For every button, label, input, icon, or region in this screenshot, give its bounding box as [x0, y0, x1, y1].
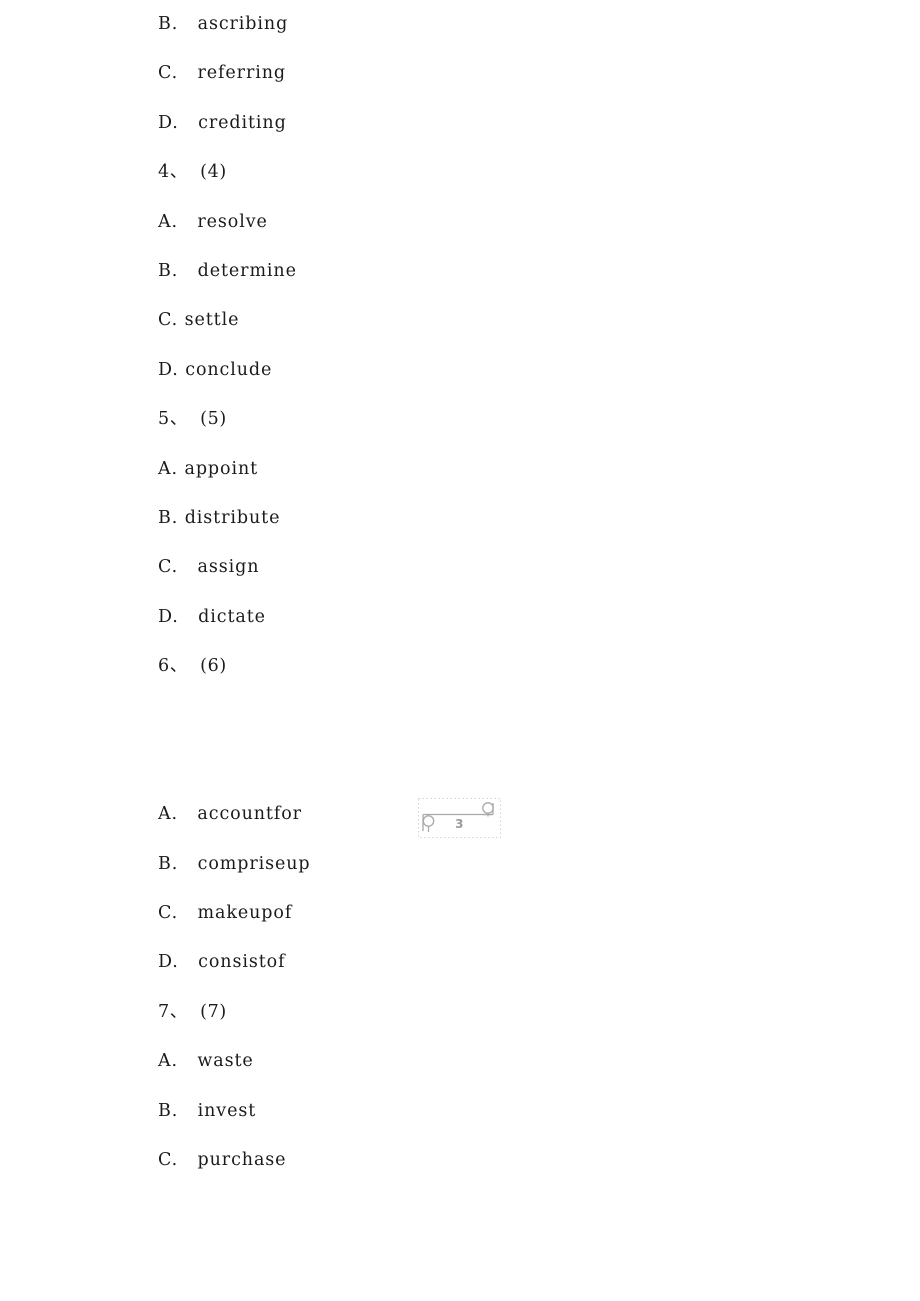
enumeration-mark: 、	[169, 656, 188, 677]
option-letter: D.	[158, 359, 179, 380]
option-letter: A.	[158, 804, 179, 825]
question-number: 6	[158, 656, 170, 677]
option-letter: D.	[158, 952, 179, 973]
option-letter: A.	[158, 211, 179, 232]
question-blank-label: (5)	[200, 409, 227, 430]
question-number: 4	[158, 162, 170, 183]
answer-option[interactable]: C. settle	[158, 296, 858, 345]
question-number: 7	[158, 1001, 170, 1022]
option-text: referring	[197, 63, 286, 84]
option-text: distribute	[184, 507, 281, 528]
option-text: resolve	[197, 211, 268, 232]
answer-option[interactable]: B. distribute	[158, 494, 858, 543]
question-number: 5	[158, 409, 170, 430]
answer-option[interactable]: B. invest	[158, 1087, 858, 1136]
question-blank-label: (7)	[200, 1001, 227, 1022]
option-text: crediting	[198, 112, 287, 133]
option-letter: C.	[158, 903, 179, 924]
answer-option[interactable]: D. conclude	[158, 346, 858, 395]
option-letter: B.	[158, 507, 179, 528]
option-letter: B.	[158, 1100, 179, 1121]
option-letter: B.	[158, 853, 179, 874]
option-letter: B.	[158, 260, 179, 281]
option-letter: C.	[158, 557, 179, 578]
option-text: assign	[197, 557, 260, 578]
answer-option[interactable]: D. dictate	[158, 593, 858, 642]
option-text: determine	[197, 260, 297, 281]
option-letter: B.	[158, 14, 179, 34]
answer-option[interactable]: B. determine	[158, 247, 858, 296]
enumeration-mark: 、	[169, 1001, 188, 1022]
answer-option[interactable]: A. waste	[158, 1037, 858, 1086]
answer-option[interactable]: A. resolve	[158, 198, 858, 247]
question-list: B. ascribing C. referring D. crediting 4、 (…	[158, 0, 858, 1185]
answer-option[interactable]: A. accountfor	[158, 790, 858, 839]
answer-option[interactable]: C. purchase	[158, 1136, 858, 1185]
option-text: settle	[184, 310, 240, 331]
enumeration-mark: 、	[169, 409, 188, 430]
question-heading: 5、 (5)	[158, 395, 858, 444]
question-heading: 6、 (6)	[158, 642, 858, 691]
option-text: conclude	[185, 359, 273, 380]
option-text: accountfor	[197, 804, 302, 825]
option-text: compriseup	[197, 853, 311, 874]
answer-option[interactable]: C. makeupof	[158, 889, 858, 938]
answer-option[interactable]: A. appoint	[158, 445, 858, 494]
document-page: B. ascribing C. referring D. crediting 4、 (…	[0, 0, 920, 1301]
option-letter: C.	[158, 63, 179, 84]
answer-option[interactable]: D. crediting	[158, 99, 858, 148]
answer-option[interactable]: C. assign	[158, 543, 858, 592]
answer-option[interactable]: B. ascribing	[158, 0, 858, 49]
answer-option[interactable]: C. referring	[158, 49, 858, 98]
enumeration-mark: 、	[169, 162, 188, 183]
option-text: consistof	[198, 952, 286, 973]
option-text: ascribing	[197, 14, 289, 34]
option-text: dictate	[198, 606, 266, 627]
option-text: invest	[197, 1100, 257, 1121]
option-letter: C.	[158, 1149, 179, 1170]
answer-option[interactable]: B. compriseup	[158, 840, 858, 889]
question-blank-label: (4)	[200, 162, 227, 183]
option-letter: A.	[158, 458, 179, 479]
option-letter: D.	[158, 112, 179, 133]
option-text: makeupof	[197, 903, 293, 924]
option-text: appoint	[184, 458, 259, 479]
option-letter: A.	[158, 1051, 179, 1072]
option-text: purchase	[197, 1149, 287, 1170]
option-letter: C.	[158, 310, 179, 331]
question-heading: 7、 (7)	[158, 988, 858, 1037]
question-heading: 4、 (4)	[158, 148, 858, 197]
option-letter: D.	[158, 606, 179, 627]
answer-option[interactable]: D. consistof	[158, 938, 858, 987]
option-text: waste	[197, 1051, 254, 1072]
question-blank-label: (6)	[200, 656, 227, 677]
